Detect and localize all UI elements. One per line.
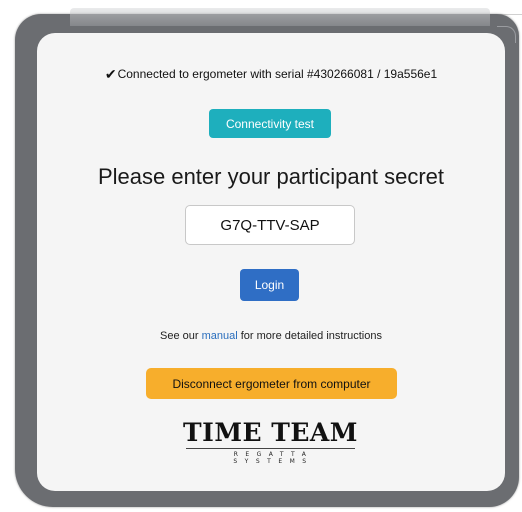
manual-help-text: See our manual for more detailed instruc…	[37, 330, 505, 342]
logo-wordmark: TIME TEAM	[183, 418, 358, 447]
logo-tagline: REGATTA SYSTEMS	[233, 451, 314, 465]
logo-divider	[186, 448, 355, 449]
participant-secret-input[interactable]	[185, 205, 355, 245]
manual-help-prefix: See our	[160, 330, 199, 342]
checkmark-icon: ✔	[104, 66, 117, 82]
participant-secret-heading: Please enter your participant secret	[97, 164, 445, 189]
login-button[interactable]: Login	[240, 269, 299, 301]
connectivity-test-button[interactable]: Connectivity test	[209, 109, 331, 138]
manual-help-suffix: for more detailed instructions	[240, 330, 382, 342]
connection-status: ✔Connected to ergometer with serial #430…	[37, 66, 505, 83]
connection-status-text: Connected to ergometer with serial #4302…	[117, 67, 438, 81]
login-panel: ✔Connected to ergometer with serial #430…	[37, 33, 505, 491]
time-team-logo: TIME TEAM REGATTA SYSTEMS	[183, 418, 358, 466]
disconnect-ergometer-button[interactable]: Disconnect ergometer from computer	[146, 368, 397, 399]
manual-link[interactable]: manual	[202, 330, 238, 342]
